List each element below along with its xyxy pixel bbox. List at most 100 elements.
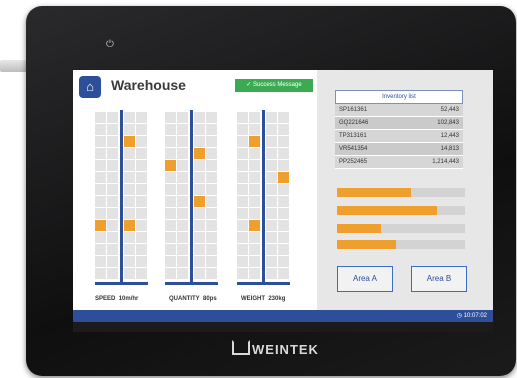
storage-slot [165,112,176,123]
storage-slot [107,268,118,279]
storage-slot [165,208,176,219]
area-b-button[interactable]: Area B [411,266,467,292]
rack-base [237,282,290,285]
storage-slot [95,124,106,135]
storage-slot [107,256,118,267]
success-message-badge: ✓ Success Message [235,79,313,92]
storage-slot [124,244,135,255]
storage-slot [165,184,176,195]
storage-slot [278,244,289,255]
storage-slot [237,148,248,159]
inventory-value: 12,443 [440,133,459,139]
storage-slot [136,136,147,147]
storage-slot [206,136,217,147]
storage-slot [278,268,289,279]
storage-slot [206,208,217,219]
storage-slot [165,196,176,207]
storage-slot [266,172,277,183]
storage-slot [194,244,205,255]
storage-slot-occupied [194,148,205,159]
storage-slot [237,160,248,171]
storage-slot [278,112,289,123]
storage-slot [194,160,205,171]
storage-slot [237,220,248,231]
success-message-text: Success Message [253,82,302,88]
progress-bar [337,224,465,233]
storage-slot [95,160,106,171]
storage-slot [177,148,188,159]
storage-slot [124,148,135,159]
inventory-list: Inventory list SP161361 52,443 GQ221646 102… [335,90,463,169]
power-icon[interactable]: ⏻ [106,40,114,50]
storage-slot [95,256,106,267]
storage-slot [278,220,289,231]
storage-slot [124,208,135,219]
storage-slot-occupied [124,136,135,147]
storage-slot [194,124,205,135]
area-a-button[interactable]: Area A [337,266,393,292]
brand-mark-icon [232,340,250,355]
storage-slot [266,256,277,267]
storage-slot [206,172,217,183]
storage-slot [177,244,188,255]
storage-slot [266,196,277,207]
storage-slot [107,208,118,219]
storage-slot [278,124,289,135]
storage-slot [194,112,205,123]
storage-slot [278,160,289,171]
brand-logo: WEINTEK [232,340,319,357]
rack-rail [190,110,193,284]
inventory-row: VR541354 14,813 [335,143,463,156]
storage-slot [107,160,118,171]
gauge-speed-label: SPEED 10m/hr [95,296,139,302]
storage-slot [107,220,118,231]
storage-slot [136,124,147,135]
storage-slot [136,172,147,183]
storage-slot [237,112,248,123]
storage-slot [107,148,118,159]
storage-slot-occupied [249,136,260,147]
storage-slot [266,160,277,171]
storage-slot [237,136,248,147]
storage-slot [237,196,248,207]
storage-slot [237,184,248,195]
storage-slot [278,256,289,267]
warehouse-panel: ⌂ Warehouse ✓ Success Message SPEED 10m/… [73,70,317,310]
storage-slot [136,268,147,279]
storage-slot [136,232,147,243]
storage-slot [194,172,205,183]
storage-slot [177,172,188,183]
storage-slot [177,112,188,123]
storage-slot-occupied [124,220,135,231]
storage-slot [206,244,217,255]
rack-rail [120,110,123,284]
storage-slot [249,232,260,243]
storage-slot [206,160,217,171]
storage-slot [194,208,205,219]
storage-slot [266,220,277,231]
storage-slot [249,148,260,159]
storage-slot [165,244,176,255]
storage-slot [177,256,188,267]
storage-slot [107,184,118,195]
storage-slot [206,196,217,207]
storage-slot [107,232,118,243]
brand-name: WEINTEK [252,342,319,357]
storage-slot [206,184,217,195]
storage-slot [107,172,118,183]
storage-slot [194,136,205,147]
storage-slot [249,184,260,195]
progress-fill [337,188,412,197]
storage-slot [177,268,188,279]
storage-slot [177,160,188,171]
inventory-code: TP313161 [339,133,367,139]
home-icon[interactable]: ⌂ [79,76,101,98]
storage-slot [177,208,188,219]
progress-bar [337,188,465,197]
storage-slot [124,172,135,183]
storage-slot [206,220,217,231]
inventory-code: VR541354 [339,146,368,152]
inventory-value: 52,443 [440,107,459,113]
storage-slot [194,232,205,243]
storage-slot [177,196,188,207]
